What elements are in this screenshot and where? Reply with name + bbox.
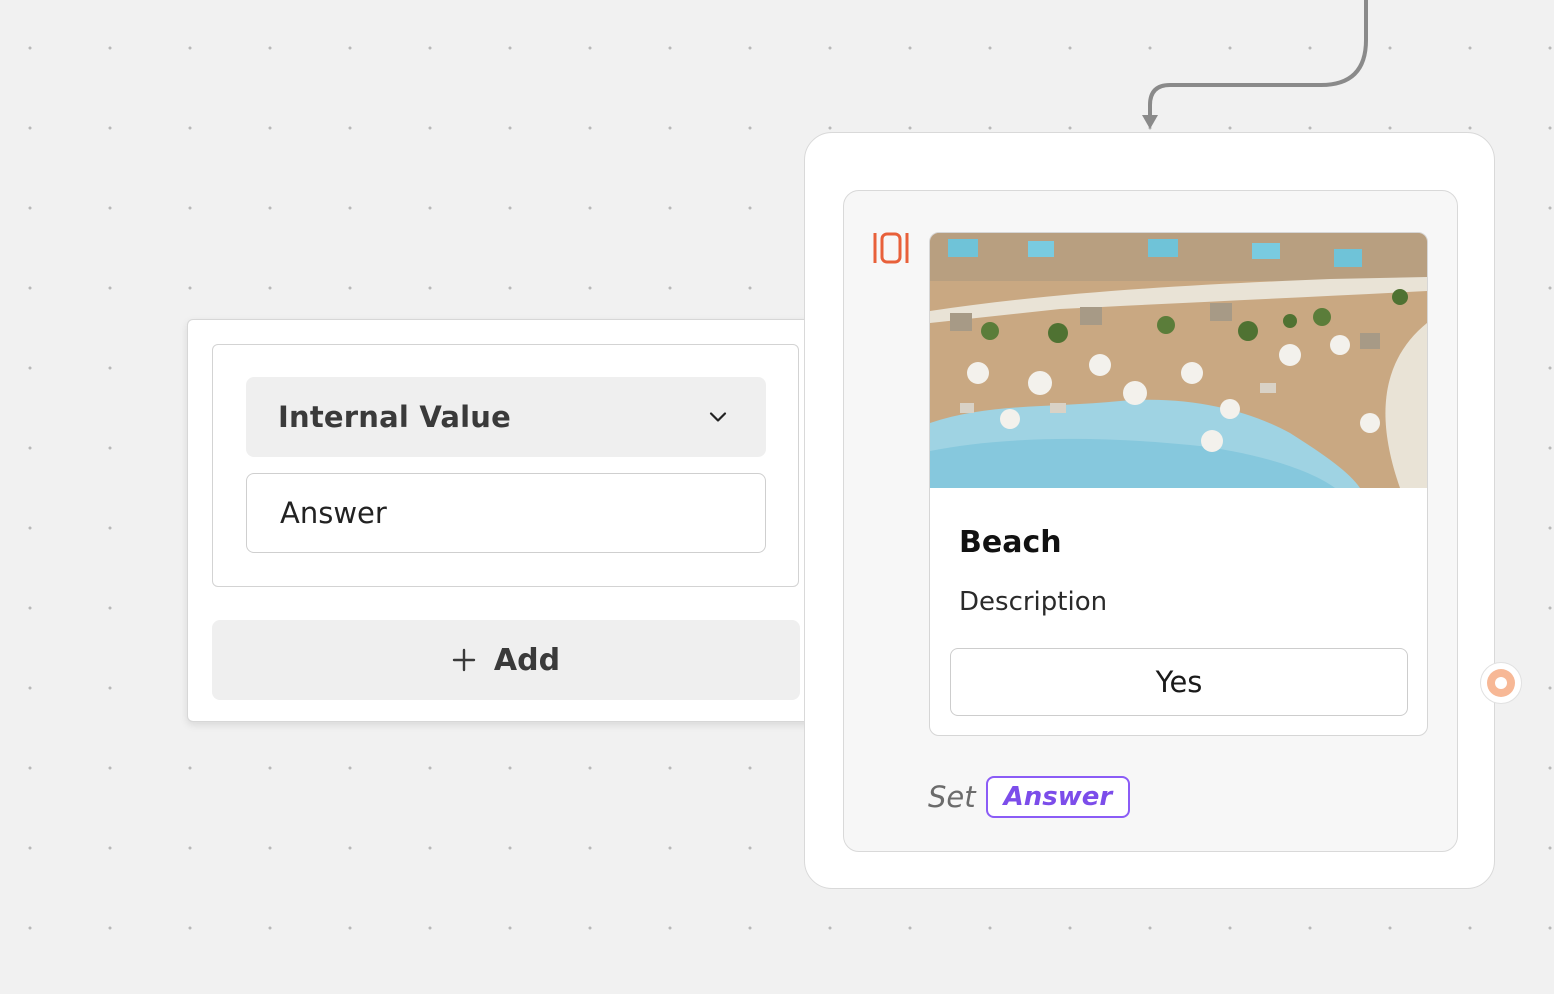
arrow-down-icon — [1142, 115, 1158, 129]
chevron-down-icon — [709, 412, 727, 422]
card-image — [930, 233, 1427, 488]
output-handle-ring — [1487, 669, 1515, 697]
item-settings-popover: Internal Value Add — [187, 319, 823, 722]
card-title: Beach — [959, 525, 1062, 560]
carousel-card[interactable]: Beach Description Yes — [929, 232, 1428, 736]
carousel-block[interactable]: Beach Description Yes Set Answer — [843, 190, 1458, 852]
add-value-label: Add — [493, 642, 561, 678]
flow-node[interactable]: Beach Description Yes Set Answer — [804, 132, 1495, 889]
carousel-icon — [873, 232, 909, 264]
value-type-select[interactable]: Internal Value — [246, 377, 766, 457]
set-variable-row: Set Answer — [928, 776, 1131, 818]
variable-badge[interactable]: Answer — [985, 776, 1131, 818]
value-type-label: Internal Value — [278, 400, 512, 434]
card-yes-button[interactable]: Yes — [950, 648, 1408, 716]
add-value-button[interactable]: Add — [212, 620, 800, 700]
item-value-card: Internal Value — [212, 344, 799, 587]
internal-value-input[interactable] — [246, 473, 766, 553]
output-handle[interactable] — [1480, 662, 1522, 704]
plus-icon — [452, 648, 476, 672]
set-label: Set — [928, 780, 976, 814]
output-handle-dot — [1495, 677, 1507, 689]
card-description: Description — [959, 587, 1108, 617]
